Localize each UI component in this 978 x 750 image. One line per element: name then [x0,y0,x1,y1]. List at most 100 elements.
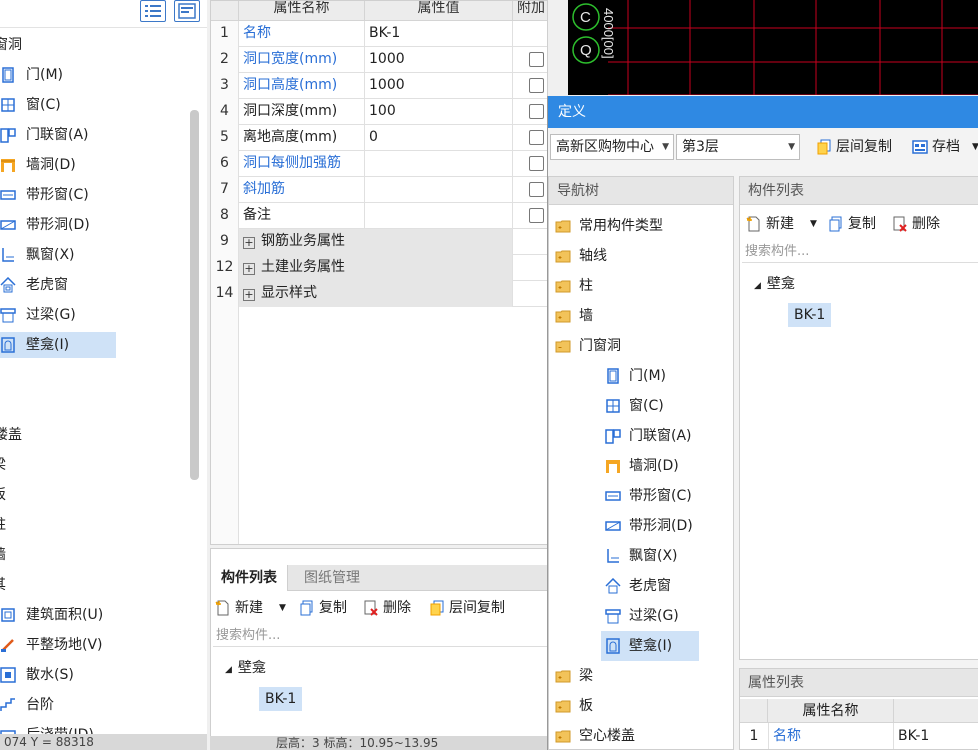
component-icon [607,549,619,563]
nav-tree-item[interactable]: 飘窗(X) [605,541,729,571]
extra-checkbox[interactable] [529,156,544,171]
nav-item-bay-window[interactable]: 飘窗(X) [0,242,190,268]
extra-checkbox[interactable] [529,78,544,93]
dialog-prop-header-name: 属性名称 [768,699,894,723]
nav-truncated-row[interactable]: 柱 [0,512,190,538]
nav-item-steps[interactable]: 台阶 [0,692,190,718]
nav-item-niche[interactable]: 壁龛(I) [0,332,116,358]
nav-tree-item[interactable]: 窗(C) [605,391,729,421]
nav-tree-folder[interactable]: 轴线 [555,241,729,271]
expand-icon[interactable]: + [243,289,255,301]
left-toolbar [0,0,207,28]
nav-tree-folder[interactable]: 柱 [555,271,729,301]
extra-checkbox[interactable] [529,208,544,223]
nav-tree-item[interactable]: 门联窗(A) [605,421,729,451]
prop-value[interactable] [365,203,513,229]
nav-item-door-window[interactable]: 门联窗(A) [0,122,190,148]
prop-row[interactable]: 1 名称 BK-1 [211,21,547,47]
nav-item-strip-window[interactable]: 带形窗(C) [0,182,190,208]
dialog-tree-group-niche[interactable]: ◢ 壁龛 [754,273,795,295]
prop-value[interactable] [365,151,513,177]
prop-row[interactable]: 7 斜加筋 [211,177,547,203]
dialog-new-button[interactable]: 新建 ▼ [746,211,822,237]
tab-component-list[interactable]: 构件列表 [211,565,288,591]
floor-select[interactable]: 第3层 ▼ [676,134,800,160]
nav-tree-item[interactable]: 带形窗(C) [605,481,729,511]
nav-tree-item[interactable]: 墙洞(D) [605,451,729,481]
copy-component-button[interactable]: 复制 [299,595,355,621]
prop-name: 名称 [239,21,365,47]
dialog-copy-button[interactable]: 复制 [828,211,886,237]
nav-tree-item[interactable]: 壁龛(I) [601,631,699,661]
nav-item-apron[interactable]: 散水(S) [0,662,190,688]
extra-checkbox[interactable] [529,104,544,119]
project-select[interactable]: 高新区购物中心 ▼ [550,134,674,160]
save-archive-button[interactable]: 存档 ▼ [912,134,978,160]
prop-row[interactable]: 4 洞口深度(mm) 100 [211,99,547,125]
cad-canvas[interactable]: C Q 4000[00] [568,0,978,95]
door-window-icon [0,128,16,143]
prop-row[interactable]: 5 离地高度(mm) 0 [211,125,547,151]
nav-item-door[interactable]: 门(M) [0,62,190,88]
prop-value[interactable]: 0 [365,125,513,151]
nav-tree-folder[interactable]: 空心楼盖 [555,721,729,749]
nav-item-strip-hole[interactable]: 带形洞(D) [0,212,190,238]
nav-item-window[interactable]: 窗(C) [0,92,190,118]
nav-tree-item[interactable]: 门(M) [605,361,729,391]
tab-drawing-management[interactable]: 图纸管理 [294,565,370,591]
nav-item-site-leveling[interactable]: 平整场地(V) [0,632,190,658]
prop-row[interactable]: 2 洞口宽度(mm) 1000 [211,47,547,73]
floor-copy-button[interactable]: 层间复制 [429,595,525,621]
new-dropdown-icon: ▼ [279,603,286,613]
prop-group-row[interactable]: 14 + 显示样式 [211,281,547,307]
nav-item-wall-hole[interactable]: 墙洞(D) [0,152,190,178]
nav-tree-folder[interactable]: 墙 [555,301,729,331]
nav-item-dormer[interactable]: 老虎窗 [0,272,190,298]
new-component-button[interactable]: 新建 ▼ [215,595,289,621]
delete-component-button[interactable]: 删除 [363,595,423,621]
detail-view-button[interactable] [174,0,200,22]
dialog-delete-button[interactable]: 删除 [892,211,954,237]
nav-tree-item[interactable]: 带形洞(D) [605,511,729,541]
nav-tree-folder[interactable]: 板 [555,691,729,721]
prop-value[interactable]: 1000 [365,73,513,99]
nav-truncated-row[interactable]: 板 [0,482,190,508]
prop-value[interactable] [365,177,513,203]
dialog-floor-copy-button[interactable]: 层间复制 [816,134,908,160]
extra-checkbox[interactable] [529,130,544,145]
nav-truncated-row[interactable]: 梁 [0,452,190,478]
nav-item-lintel[interactable]: 过梁(G) [0,302,190,328]
prop-row[interactable]: 6 洞口每侧加强筋 [211,151,547,177]
nav-group-door-window[interactable]: 窗洞 [0,32,190,58]
prop-value[interactable]: BK-1 [365,21,513,47]
prop-group-row[interactable]: 12 + 土建业务属性 [211,255,547,281]
nav-tree-folder[interactable]: 梁 [555,661,729,691]
extra-checkbox[interactable] [529,52,544,67]
left-scrollbar[interactable] [190,110,199,480]
nav-item-building-area[interactable]: 建筑面积(U) [0,602,190,628]
nav-tree-folder[interactable]: 门窗洞 [555,331,729,361]
nav-tree-folder[interactable]: 常用构件类型 [555,211,729,241]
steps-icon [0,698,15,711]
prop-value[interactable]: 100 [365,99,513,125]
prop-value[interactable]: 1000 [365,47,513,73]
nav-truncated-row[interactable]: 墙 [0,542,190,568]
nav-tree-item[interactable]: 过梁(G) [605,601,729,631]
list-view-button[interactable] [140,0,166,22]
component-icon [607,368,619,384]
prop-row[interactable]: 8 备注 [211,203,547,229]
nav-truncated-row[interactable]: 其 [0,572,190,598]
component-search-input[interactable]: 搜索构件... [213,625,547,647]
dialog-tree-item-bk1[interactable]: BK-1 [788,303,832,327]
expand-icon[interactable]: + [243,237,255,249]
nav-group-slab[interactable]: 楼盖 [0,422,190,448]
dialog-prop-value[interactable]: BK-1 [894,723,978,749]
tree-item-bk1[interactable]: BK-1 [259,687,303,711]
dialog-component-search[interactable]: 搜索构件... [742,241,978,263]
expand-icon[interactable]: + [243,263,255,275]
prop-row[interactable]: 3 洞口高度(mm) 1000 [211,73,547,99]
prop-group-row[interactable]: 9 + 钢筋业务属性 [211,229,547,255]
tree-group-niche[interactable]: ◢ 壁龛 [225,657,266,679]
nav-tree-item[interactable]: 老虎窗 [605,571,729,601]
extra-checkbox[interactable] [529,182,544,197]
